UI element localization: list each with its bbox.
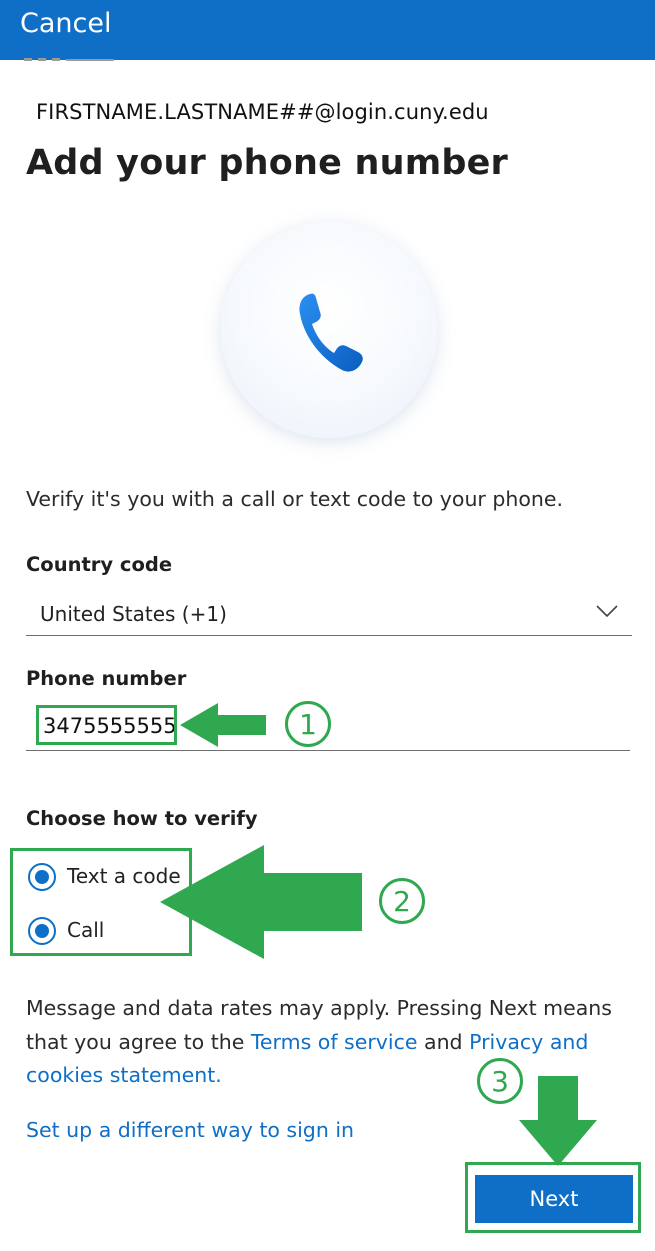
logo-fragment	[24, 58, 144, 64]
cancel-button[interactable]: Cancel	[20, 6, 111, 42]
annotation-step-1: 1	[285, 701, 331, 747]
page-description: Verify it's you with a call or text code…	[26, 487, 564, 511]
page-title: Add your phone number	[26, 143, 509, 183]
country-code-value: United States (+1)	[40, 602, 227, 626]
verify-method-label: Choose how to verify	[26, 807, 258, 830]
annotation-step-2: 2	[379, 878, 425, 924]
country-code-select[interactable]: United States (+1)	[26, 598, 632, 636]
annotation-arrow-down-icon	[519, 1076, 597, 1166]
annotation-arrow-left-large-icon	[160, 845, 362, 959]
phone-number-label: Phone number	[26, 667, 187, 690]
annotation-step-3: 3	[477, 1058, 523, 1104]
chevron-down-icon	[596, 605, 618, 618]
legal-and-text: and	[417, 1029, 470, 1054]
country-code-label: Country code	[26, 553, 173, 576]
annotation-phone-highlight	[36, 705, 177, 745]
terms-of-service-link[interactable]: Terms of service	[251, 1030, 418, 1054]
annotation-next-highlight	[465, 1162, 641, 1233]
phone-icon	[299, 293, 363, 372]
different-signin-link[interactable]: Set up a different way to sign in	[26, 1118, 354, 1142]
account-email: FIRSTNAME.LASTNAME##@login.cuny.edu	[36, 100, 489, 124]
annotation-arrow-left-icon	[180, 703, 266, 747]
